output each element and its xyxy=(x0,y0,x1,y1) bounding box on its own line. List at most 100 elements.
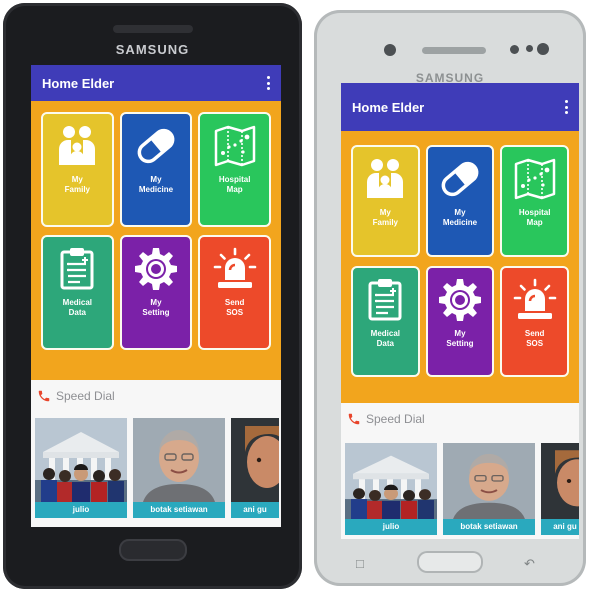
siren-icon xyxy=(512,277,558,323)
family-icon xyxy=(362,156,408,202)
tile-label: My Family xyxy=(47,175,107,195)
tile-label: Hospital Map xyxy=(505,208,565,228)
tile-label-line1: My xyxy=(454,208,466,217)
tile-label: Hospital Map xyxy=(205,175,265,195)
recent-apps-key-icon[interactable]: □ xyxy=(356,556,364,571)
tile-label: My Medicine xyxy=(126,175,186,195)
contact-photo xyxy=(231,418,279,502)
tile-medical-data[interactable]: Medical Data xyxy=(41,235,114,350)
home-button[interactable] xyxy=(417,551,483,573)
back-key-icon[interactable]: ↶ xyxy=(524,556,535,572)
tile-label-line1: My xyxy=(379,208,391,217)
pill-icon xyxy=(437,156,483,202)
speed-dial-contact[interactable]: julio xyxy=(35,418,127,518)
tile-label-line1: My xyxy=(150,298,162,307)
tile-label: Medical Data xyxy=(355,329,415,349)
front-camera-secondary xyxy=(537,43,549,55)
contact-photo xyxy=(345,443,437,519)
clipboard-icon xyxy=(54,246,100,292)
speed-dial-contact[interactable]: botak setiawan xyxy=(133,418,225,518)
tile-label: My Family xyxy=(355,208,415,228)
app-bar: Home Elder xyxy=(31,65,281,101)
speed-dial-contact[interactable]: ani gu xyxy=(541,443,579,535)
tile-label-line2: Family xyxy=(372,218,398,227)
tile-label-line1: Medical xyxy=(370,328,400,338)
app-bar: Home Elder xyxy=(341,83,579,131)
contact-name: julio xyxy=(35,502,127,518)
contact-photo xyxy=(133,418,225,502)
speed-dial-contact[interactable]: julio xyxy=(345,443,437,535)
app-screen: Home Elder My Family My Medicine Hospital Map… xyxy=(341,83,579,539)
tile-label: My Setting xyxy=(126,298,186,318)
contact-photo xyxy=(35,418,127,502)
speed-dial-title: Speed Dial xyxy=(366,412,425,426)
tile-label-line2: Setting xyxy=(142,308,170,317)
tile-label: Send SOS xyxy=(505,329,565,349)
tile-label-line2: Setting xyxy=(446,338,474,348)
tile-label-line2: SOS xyxy=(226,308,244,317)
speed-dial-contacts: julio botak setiawan ani gu xyxy=(35,418,281,518)
siren-icon xyxy=(212,246,258,292)
earpiece-speaker xyxy=(113,25,193,33)
contact-name: ani gu xyxy=(231,502,279,518)
tile-label-line1: Send xyxy=(524,328,545,338)
light-sensor xyxy=(526,45,533,52)
speed-dial-header: Speed Dial xyxy=(37,389,115,403)
tile-send-sos[interactable]: Send SOS xyxy=(198,235,271,350)
tile-hospital-map[interactable]: Hospital Map xyxy=(500,145,569,257)
tile-label-line2: Medicine xyxy=(138,185,174,194)
tile-label: Send SOS xyxy=(205,298,265,318)
family-icon xyxy=(54,123,100,169)
tile-label: My Medicine xyxy=(430,208,490,228)
tile-label-line2: Data xyxy=(376,338,394,348)
tile-my-medicine[interactable]: My Medicine xyxy=(425,145,495,257)
gear-icon xyxy=(133,246,179,292)
contact-name: botak setiawan xyxy=(133,502,225,518)
tile-my-family[interactable]: My Family xyxy=(41,112,114,227)
tile-label-line1: Send xyxy=(224,298,245,307)
speed-dial-title: Speed Dial xyxy=(56,389,115,403)
tile-label-line2: Medicine xyxy=(442,218,478,227)
map-icon xyxy=(212,123,258,169)
speed-dial-header: Speed Dial xyxy=(347,412,425,426)
proximity-sensor xyxy=(510,45,519,54)
overflow-menu-icon[interactable] xyxy=(564,100,568,114)
tile-label: My Setting xyxy=(430,329,490,349)
app-screen: Home Elder My Family My Medicine Hospital Map… xyxy=(31,65,281,527)
app-title: Home Elder xyxy=(42,75,115,91)
phone-light: SAMSUNG Home Elder My Family My Medicine Hos… xyxy=(314,10,586,586)
device-brand: SAMSUNG xyxy=(115,42,190,57)
phone-icon xyxy=(37,389,51,403)
tile-label-line1: Hospital xyxy=(218,175,251,184)
tile-my-setting[interactable]: My Setting xyxy=(119,235,193,350)
tile-label-line1: My xyxy=(71,175,83,184)
tile-hospital-map[interactable]: Hospital Map xyxy=(198,112,271,227)
speed-dial-panel: Speed Dial julio botak setiawan ani gu xyxy=(31,380,281,527)
clipboard-icon xyxy=(362,277,408,323)
tile-label-line1: Hospital xyxy=(518,208,551,217)
tile-medical-data[interactable]: Medical Data xyxy=(351,265,420,377)
contact-name: botak setiawan xyxy=(443,519,535,535)
tile-label-line2: SOS xyxy=(526,338,544,348)
tile-send-sos[interactable]: Send SOS xyxy=(500,265,569,377)
contact-photo xyxy=(443,443,535,519)
pill-icon xyxy=(133,123,179,169)
tile-label-line2: Map xyxy=(226,185,243,194)
menu-grid: My Family My Medicine Hospital Map Medical Data… xyxy=(41,112,271,350)
speed-dial-contacts: julio botak setiawan ani gu xyxy=(345,443,579,535)
contact-name: julio xyxy=(345,519,437,535)
tile-label-line1: My xyxy=(150,175,162,184)
speed-dial-contact[interactable]: botak setiawan xyxy=(443,443,535,535)
contact-name: ani gu xyxy=(541,519,579,535)
map-icon xyxy=(512,156,558,202)
tile-my-medicine[interactable]: My Medicine xyxy=(119,112,193,227)
home-button[interactable] xyxy=(119,539,187,561)
tile-my-family[interactable]: My Family xyxy=(351,145,420,257)
app-title: Home Elder xyxy=(352,99,425,115)
overflow-menu-icon[interactable] xyxy=(266,76,270,90)
earpiece-speaker xyxy=(422,47,486,54)
speed-dial-contact[interactable]: ani gu xyxy=(231,418,279,518)
contact-photo xyxy=(541,443,579,519)
tile-my-setting[interactable]: My Setting xyxy=(425,265,495,377)
tile-label-line2: Family xyxy=(64,185,90,194)
